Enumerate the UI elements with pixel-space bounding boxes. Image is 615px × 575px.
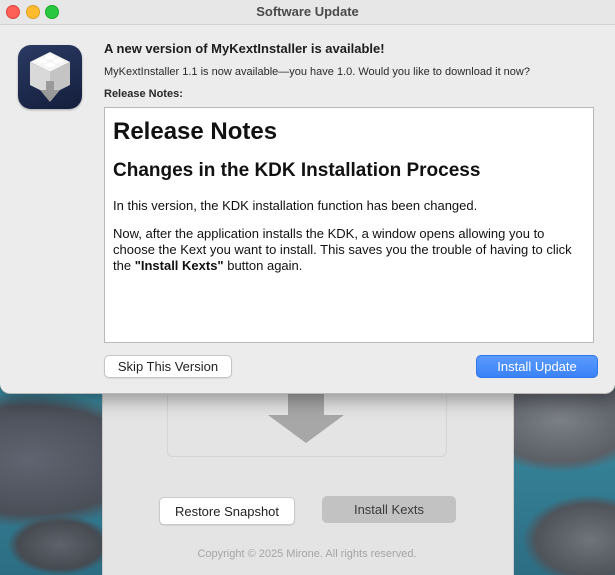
copyright-text: Copyright © 2025 Mirone. All rights rese…	[197, 548, 417, 560]
update-headline: A new version of MyKextInstaller is avai…	[104, 41, 385, 56]
notes-heading: Release Notes	[113, 118, 278, 145]
software-update-window: Software Update A new version of MyKextI…	[0, 0, 615, 394]
update-subline: MyKextInstaller 1.1 is now available—you…	[104, 66, 530, 78]
mykextinstaller-app-icon	[18, 45, 82, 109]
install-kexts-button[interactable]: Install Kexts	[322, 496, 456, 523]
title-bar: Software Update	[0, 0, 615, 25]
app-drop-panel	[167, 396, 447, 457]
notes-paragraph-2: Now, after the application installs the …	[113, 226, 572, 273]
release-notes-view[interactable]: Release Notes Changes in the KDK Install…	[104, 107, 594, 343]
notes-paragraph-1: In this version, the KDK installation fu…	[113, 198, 478, 213]
window-title: Software Update	[256, 4, 359, 19]
release-notes-label: Release Notes:	[104, 88, 183, 100]
skip-version-button[interactable]: Skip This Version	[104, 355, 232, 378]
install-kexts-emphasis: "Install Kexts"	[134, 258, 224, 273]
notes-subheading: Changes in the KDK Installation Process	[113, 160, 481, 181]
restore-snapshot-button[interactable]: Restore Snapshot	[159, 497, 295, 525]
install-update-button[interactable]: Install Update	[476, 355, 598, 378]
